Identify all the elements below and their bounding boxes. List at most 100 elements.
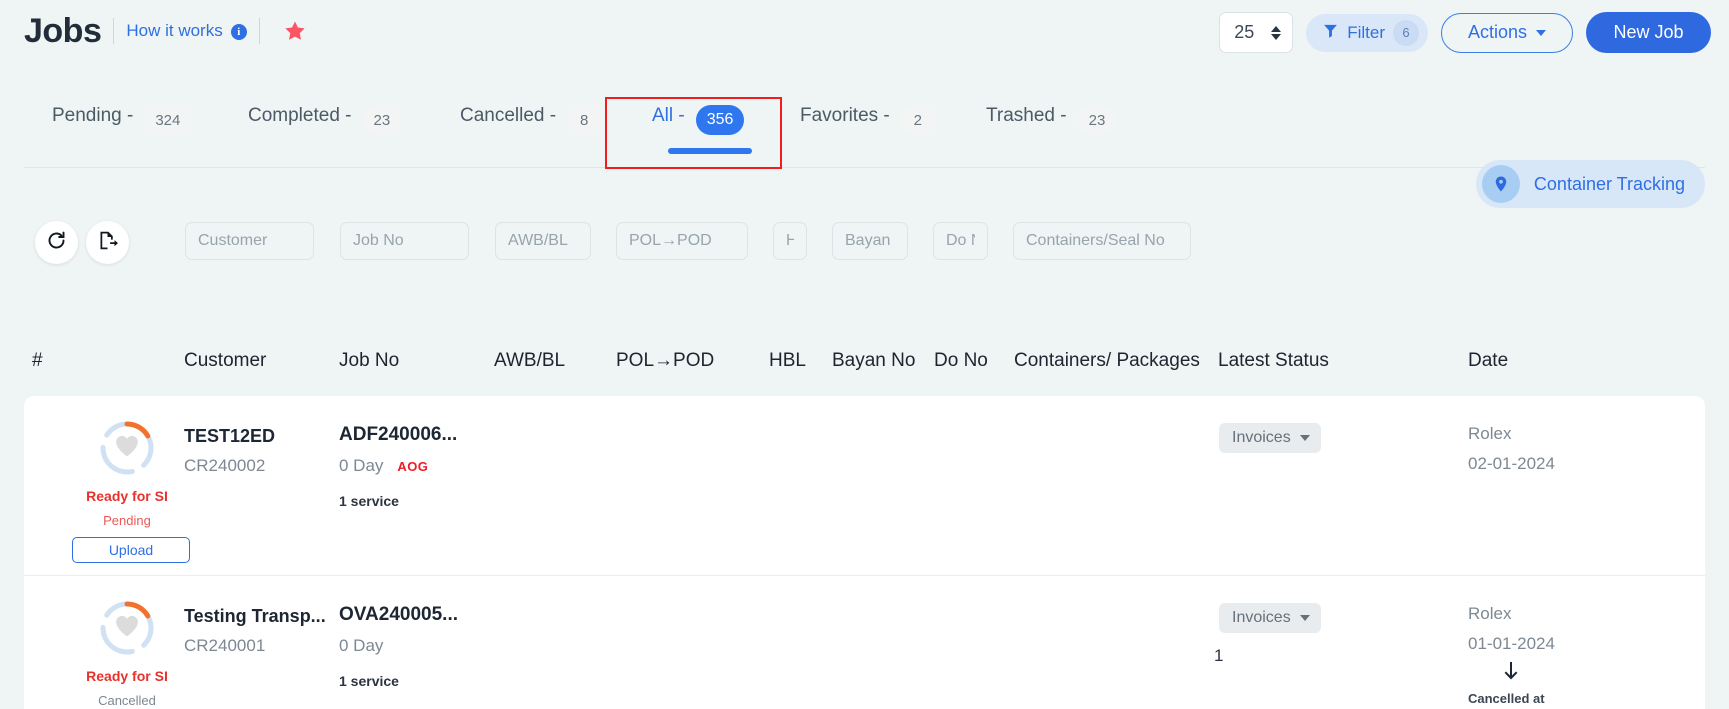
stepper-arrows-icon[interactable]: [1271, 25, 1282, 40]
tab-count: 324: [144, 105, 192, 135]
tab-all[interactable]: All - 356: [652, 96, 768, 154]
funnel-icon: [1322, 22, 1339, 44]
chevron-down-icon: [1536, 29, 1547, 36]
customer-name: TEST12ED: [184, 426, 276, 446]
invoices-label: Invoices: [1232, 429, 1291, 446]
col-header-hbl: HBL: [769, 350, 806, 371]
invoices-dropdown[interactable]: Invoices: [1219, 423, 1321, 453]
page-size-stepper[interactable]: 25: [1219, 12, 1294, 53]
star-divider: [258, 18, 260, 44]
date-cell: Rolex 02-01-2024: [1468, 424, 1555, 474]
tab-favorites[interactable]: Favorites - 2: [800, 96, 935, 154]
tab-label: Pending -: [52, 105, 134, 126]
col-header-job-no: Job No: [339, 350, 400, 371]
how-it-works-link[interactable]: How it works i: [126, 19, 247, 43]
chevron-down-icon: [1299, 435, 1310, 441]
tab-cancelled[interactable]: Cancelled - 8: [460, 96, 602, 154]
table-body: Ready for SI Pending Upload TEST12ED CR2…: [24, 396, 1705, 709]
chevron-down-icon: [1299, 615, 1310, 621]
filter-toolbar: [0, 208, 1729, 286]
customer-cell: TEST12ED CR240002: [184, 426, 275, 476]
col-header-pol-pod: POL→POD: [616, 350, 715, 371]
progress-donut-icon: [97, 598, 157, 658]
col-header-customer: Customer: [184, 350, 267, 371]
filter-input-job-no[interactable]: [340, 222, 469, 260]
customer-name: Testing Transp...: [184, 606, 326, 626]
invoices-label: Invoices: [1232, 609, 1291, 626]
job-day: 0 Day: [339, 456, 384, 475]
tab-label: All -: [652, 105, 685, 126]
filter-input-bayan-no[interactable]: [832, 222, 908, 260]
tab-count: 8: [567, 105, 602, 135]
job-tag: AOG: [397, 459, 429, 474]
filter-input-awb-bl[interactable]: [495, 222, 591, 260]
date-value: 02-01-2024: [1468, 454, 1555, 473]
table-header: # Customer Job No AWB/BL POL→POD HBL Bay…: [0, 350, 1729, 392]
table-row[interactable]: Ready for SI Pending Upload TEST12ED CR2…: [24, 396, 1705, 576]
filter-input-hbl[interactable]: [773, 222, 807, 260]
heart-icon[interactable]: [114, 434, 140, 463]
tab-completed[interactable]: Completed - 23: [248, 96, 402, 154]
date-cell: Rolex 01-01-2024 Cancelled at: [1468, 604, 1555, 706]
col-header-awb-bl: AWB/BL: [494, 350, 566, 371]
page-size-value: 25: [1234, 22, 1255, 42]
page-title: Jobs: [24, 12, 102, 50]
job-status-widget: Ready for SI Pending Upload: [72, 418, 190, 563]
job-cell: ADF240006... 0 Day AOG 1 service: [339, 424, 457, 509]
job-day-line: 0 Day AOG: [339, 456, 457, 476]
down-arrow-icon: [1468, 662, 1554, 687]
status-title: Ready for SI: [86, 488, 168, 504]
job-day: 0 Day: [339, 636, 384, 655]
job-services: 1 service: [339, 493, 399, 509]
container-tracking-button[interactable]: Container Tracking: [1475, 160, 1705, 208]
filter-input-containers-seal-no[interactable]: [1013, 222, 1191, 260]
table-row[interactable]: Ready for SI Cancelled Upload Testing Tr…: [24, 576, 1705, 709]
tab-label: Trashed -: [986, 105, 1067, 126]
tab-label: Completed -: [248, 105, 352, 126]
job-services: 1 service: [339, 673, 399, 689]
latest-status-cell: Invoices: [1219, 423, 1321, 453]
job-status-widget: Ready for SI Cancelled Upload: [72, 598, 182, 709]
map-pin-icon: [1481, 165, 1520, 203]
tab-pending[interactable]: Pending - 324: [52, 96, 192, 154]
customer-code: CR240002: [184, 456, 266, 475]
job-day-line: 0 Day: [339, 636, 458, 656]
status-sub: Cancelled: [98, 693, 156, 708]
actions-button[interactable]: Actions: [1441, 12, 1573, 53]
export-button[interactable]: [86, 221, 129, 264]
invoices-dropdown[interactable]: Invoices: [1219, 603, 1321, 633]
tab-count: 2: [900, 105, 935, 135]
info-icon[interactable]: i: [230, 23, 247, 40]
header-controls: 25 Filter 6 Actions New Job: [1219, 12, 1711, 53]
customer-cell: Testing Transp... CR240001: [184, 606, 326, 656]
upload-button[interactable]: Upload: [72, 537, 190, 563]
filter-input-pol-pod[interactable]: [616, 222, 748, 260]
status-sub: Pending: [103, 513, 151, 528]
col-header-index: #: [32, 350, 43, 371]
container-tracking-label: Container Tracking: [1533, 173, 1685, 194]
customer-code: CR240001: [184, 636, 266, 655]
filter-input-customer[interactable]: [185, 222, 314, 260]
col-header-bayan-no: Bayan No: [832, 350, 916, 371]
how-it-works-label: How it works: [126, 21, 223, 40]
star-icon[interactable]: [284, 20, 306, 42]
actions-label: Actions: [1467, 22, 1528, 42]
job-no[interactable]: ADF240006...: [339, 424, 457, 446]
cancelled-at-label: Cancelled at: [1468, 691, 1545, 706]
col-header-date: Date: [1468, 350, 1509, 371]
filter-input-do-no[interactable]: [933, 222, 988, 260]
tab-trashed[interactable]: Trashed - 23: [986, 96, 1117, 154]
refresh-button[interactable]: [35, 221, 78, 264]
tab-label: Favorites -: [800, 105, 890, 126]
tab-label: Cancelled -: [460, 105, 557, 126]
heart-icon[interactable]: [114, 614, 140, 643]
latest-status-cell: Invoices: [1219, 603, 1321, 633]
tab-count: 23: [1077, 105, 1117, 135]
tab-count: 356: [695, 105, 745, 135]
filter-label: Filter: [1347, 22, 1385, 42]
date-owner: Rolex: [1468, 604, 1512, 623]
filter-button[interactable]: Filter 6: [1306, 13, 1428, 52]
job-no[interactable]: OVA240005...: [339, 604, 458, 626]
new-job-button[interactable]: New Job: [1586, 12, 1711, 53]
tab-bar-divider: [24, 167, 1705, 168]
